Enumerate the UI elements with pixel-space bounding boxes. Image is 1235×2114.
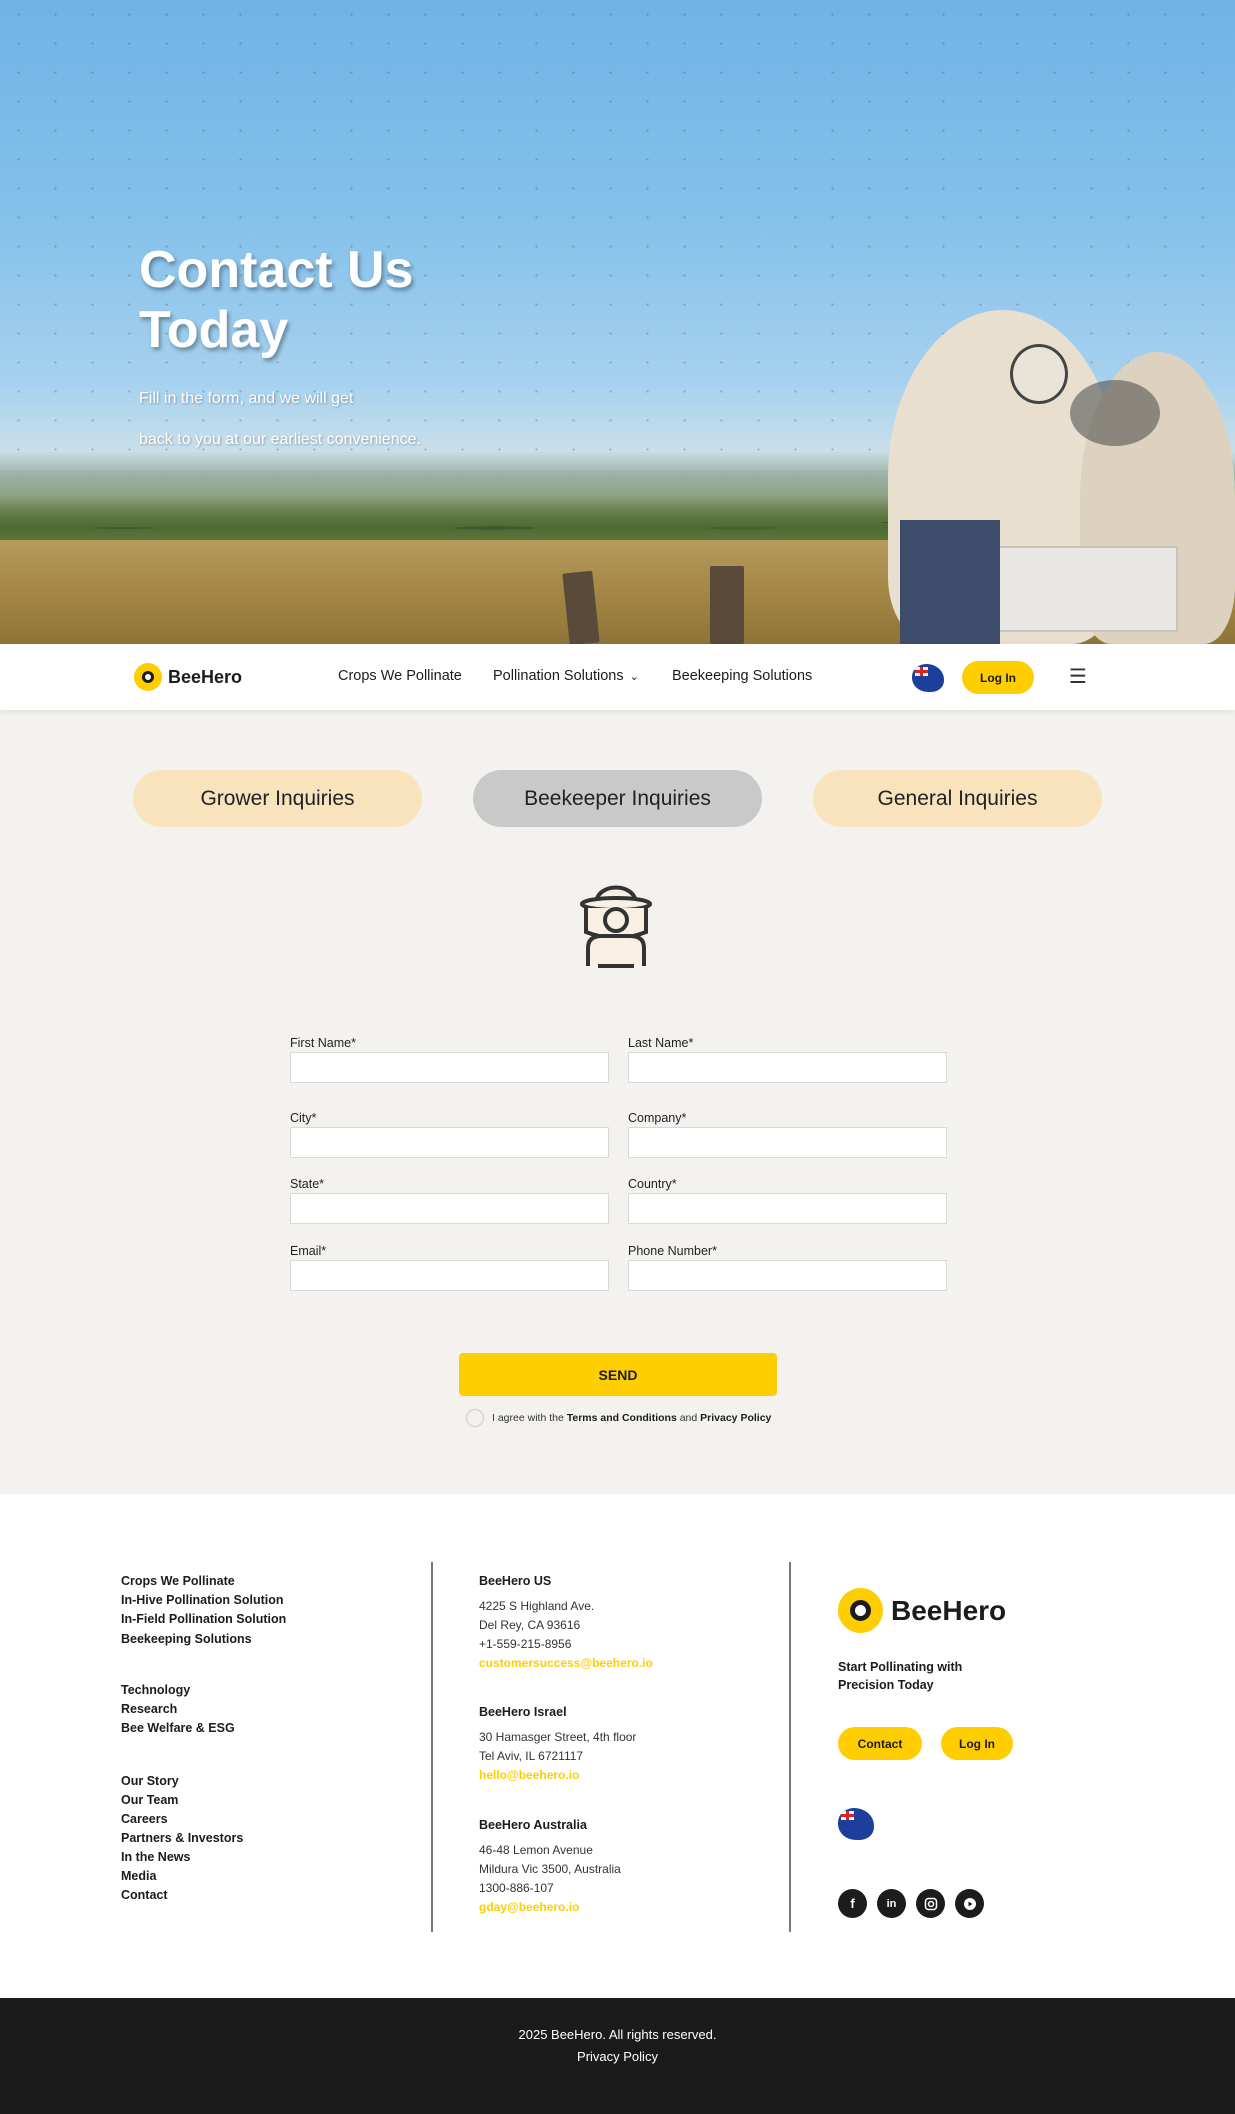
hero-title: Contact Us Today — [139, 241, 414, 359]
nav-link-label: Pollination Solutions — [493, 668, 624, 684]
footer-link-research[interactable]: Research — [121, 1702, 177, 1716]
footer-link-bee-welfare[interactable]: Bee Welfare & ESG — [121, 1721, 235, 1735]
company-label: Company* — [628, 1111, 687, 1125]
footer — [0, 1494, 1235, 1998]
office-israel-line: Tel Aviv, IL 6721117 — [479, 1749, 584, 1763]
office-australia-name: BeeHero Australia — [479, 1818, 587, 1832]
city-label: City* — [290, 1111, 317, 1125]
hero-beekeeper-veil — [1010, 344, 1068, 404]
brand-name: BeeHero — [168, 666, 243, 687]
footer-link-our-team[interactable]: Our Team — [121, 1793, 178, 1807]
footer-link-careers[interactable]: Careers — [121, 1812, 168, 1826]
hero-section: Contact Us Today Fill in the form, and w… — [0, 0, 1235, 644]
hero-jeans — [900, 520, 1000, 644]
footer-brand-logo[interactable]: BeeHero — [838, 1588, 1006, 1633]
beehero-logo-icon — [134, 663, 162, 691]
email-input[interactable] — [290, 1260, 609, 1291]
footer-tagline: Start Pollinating with Precision Today — [838, 1660, 963, 1692]
office-australia-line: Mildura Vic 3500, Australia — [479, 1862, 621, 1876]
terms-text: I agree with the Terms and Conditions an… — [492, 1412, 771, 1424]
footer-link-technology[interactable]: Technology — [121, 1683, 190, 1697]
hero-beekeeper-veil — [1070, 380, 1160, 446]
office-us-name: BeeHero US — [479, 1574, 552, 1588]
australia-flag-icon[interactable] — [912, 664, 944, 692]
nav-link-beekeeping-solutions[interactable]: Beekeeping Solutions — [672, 668, 812, 684]
beehero-logo-icon — [838, 1588, 883, 1633]
tab-grower-inquiries[interactable]: Grower Inquiries — [133, 770, 422, 827]
hero-subtitle-line2: back to you at our earliest convenience. — [139, 431, 421, 448]
footer-link-in-field[interactable]: In-Field Pollination Solution — [121, 1612, 286, 1626]
tab-general-inquiries[interactable]: General Inquiries — [813, 770, 1102, 827]
nav-link-crops[interactable]: Crops We Pollinate — [338, 668, 462, 684]
footer-link-contact[interactable]: Contact — [121, 1888, 168, 1902]
send-button[interactable]: SEND — [459, 1353, 777, 1396]
country-label: Country* — [628, 1177, 677, 1191]
city-input[interactable] — [290, 1127, 609, 1158]
email-label: Email* — [290, 1244, 327, 1258]
instagram-glyph — [924, 1897, 937, 1910]
footer-brand-name: BeeHero — [891, 1594, 1007, 1626]
beekeeper-icon — [580, 885, 652, 968]
phone-label: Phone Number* — [628, 1244, 717, 1258]
first-name-label: First Name* — [290, 1036, 356, 1050]
office-australia-line: 46-48 Lemon Avenue — [479, 1843, 593, 1857]
state-label: State* — [290, 1177, 325, 1191]
chevron-down-icon: ⌄ — [629, 671, 639, 683]
tab-beekeeper-inquiries[interactable]: Beekeeper Inquiries — [473, 770, 762, 827]
office-australia-line: 1300-886-107 — [479, 1881, 554, 1895]
privacy-link[interactable]: Privacy Policy — [700, 1412, 771, 1424]
footer-login-button[interactable]: Log In — [941, 1727, 1013, 1760]
footer-link-our-story[interactable]: Our Story — [121, 1774, 179, 1788]
facebook-icon[interactable]: f — [838, 1889, 867, 1918]
youtube-glyph — [963, 1897, 976, 1910]
nav-link-pollination-solutions[interactable]: Pollination Solutions ⌄ — [493, 668, 639, 684]
footer-link-in-the-news[interactable]: In the News — [121, 1850, 190, 1864]
linkedin-icon[interactable]: in — [877, 1889, 906, 1918]
hero-subtitle-line1: Fill in the form, and we will get — [139, 390, 354, 407]
footer-divider — [789, 1562, 791, 1932]
office-israel-email[interactable]: hello@beehero.io — [479, 1768, 579, 1782]
state-input[interactable] — [290, 1193, 609, 1224]
terms-agreement: I agree with the Terms and Conditions an… — [466, 1409, 771, 1427]
footer-link-in-hive[interactable]: In-Hive Pollination Solution — [121, 1593, 284, 1607]
brand-logo[interactable]: BeeHero — [134, 663, 242, 691]
hamburger-menu-icon[interactable]: ☰ — [1069, 664, 1087, 689]
office-israel-line: 30 Hamasger Street, 4th floor — [479, 1730, 637, 1744]
office-australia-email[interactable]: gday@beehero.io — [479, 1900, 579, 1914]
footer-link-media[interactable]: Media — [121, 1869, 156, 1883]
office-us-line: +1-559-215-8956 — [479, 1637, 572, 1651]
australia-flag-icon[interactable] — [838, 1808, 874, 1840]
footer-divider — [431, 1562, 433, 1932]
office-us-line: 4225 S Highland Ave. — [479, 1599, 595, 1613]
terms-link[interactable]: Terms and Conditions — [567, 1412, 677, 1424]
terms-prefix: I agree with the — [492, 1412, 564, 1424]
login-button[interactable]: Log In — [962, 661, 1034, 694]
copyright-text: 2025 BeeHero. All rights reserved. — [518, 2027, 717, 2042]
footer-contact-button[interactable]: Contact — [838, 1727, 922, 1760]
bottom-privacy-link[interactable]: Privacy Policy — [0, 2049, 1235, 2064]
copyright-bar: 2025 BeeHero. All rights reserved. Priva… — [0, 1998, 1235, 2114]
company-input[interactable] — [628, 1127, 947, 1158]
country-input[interactable] — [628, 1193, 947, 1224]
last-name-input[interactable] — [628, 1052, 947, 1083]
youtube-icon[interactable] — [955, 1889, 984, 1918]
phone-input[interactable] — [628, 1260, 947, 1291]
last-name-label: Last Name* — [628, 1036, 694, 1050]
first-name-input[interactable] — [290, 1052, 609, 1083]
office-us-line: Del Rey, CA 93616 — [479, 1618, 581, 1632]
hero-wood-post — [710, 566, 744, 644]
hero-beehive-box — [998, 546, 1178, 632]
footer-link-partners[interactable]: Partners & Investors — [121, 1831, 243, 1845]
terms-checkbox[interactable] — [466, 1409, 484, 1427]
footer-link-crops[interactable]: Crops We Pollinate — [121, 1574, 235, 1588]
main-navbar: BeeHero Crops We Pollinate Pollination S… — [0, 644, 1235, 710]
footer-link-beekeeping[interactable]: Beekeeping Solutions — [121, 1632, 252, 1646]
office-us-email[interactable]: customersuccess@beehero.io — [479, 1656, 653, 1670]
instagram-icon[interactable] — [916, 1889, 945, 1918]
terms-and: and — [679, 1412, 698, 1424]
office-israel-name: BeeHero Israel — [479, 1705, 567, 1719]
